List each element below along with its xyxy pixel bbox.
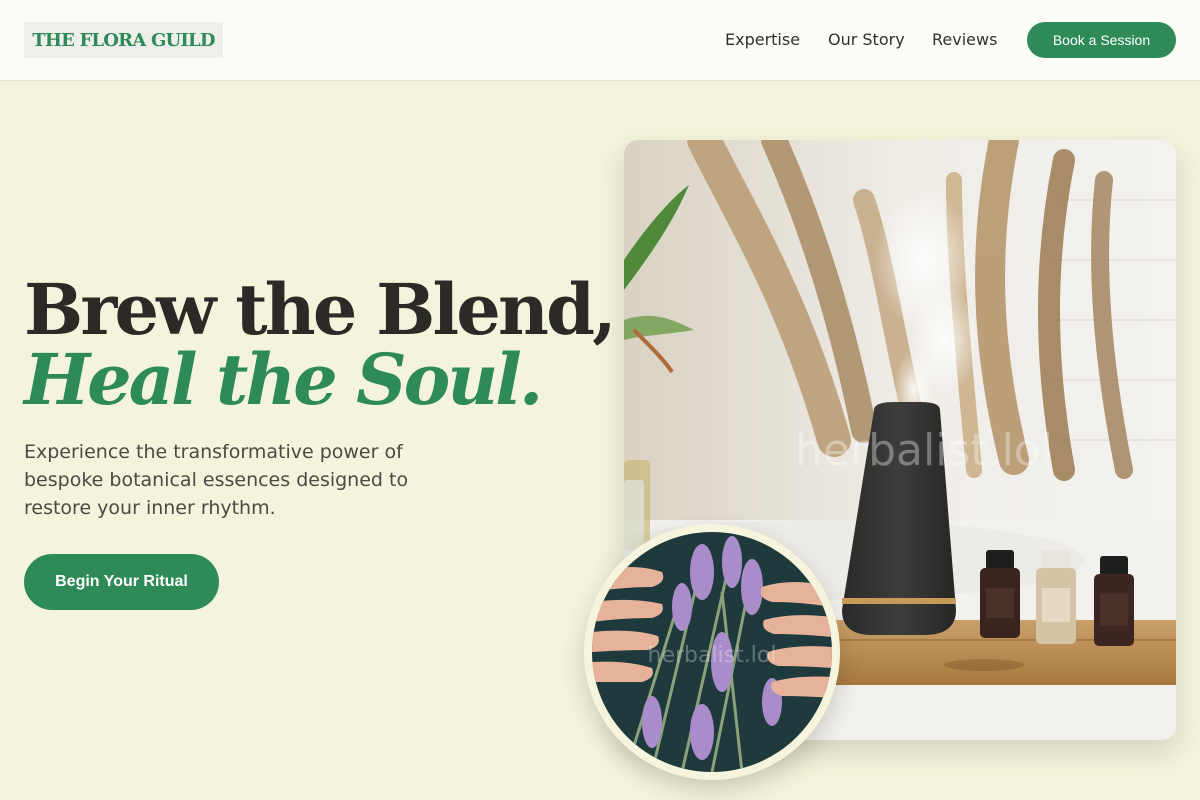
main-photo-watermark: herbalist.lol — [795, 425, 1053, 476]
inset-photo-watermark: herbalist.lol — [648, 643, 777, 668]
logo-text: THE FLORA GUILD — [32, 29, 215, 51]
logo[interactable]: THE FLORA GUILD — [24, 22, 223, 58]
site-header: THE FLORA GUILD Expertise Our Story Revi… — [0, 0, 1200, 81]
nav-link-our-story[interactable]: Our Story — [828, 30, 905, 50]
hero-headline-line-2: Heal the Soul. — [24, 338, 543, 421]
inset-photo-lavender: herbalist.lol — [584, 524, 840, 780]
nav-link-reviews[interactable]: Reviews — [932, 30, 997, 50]
hero-description: Experience the transformative power of b… — [24, 441, 409, 519]
begin-ritual-button[interactable]: Begin Your Ritual — [24, 554, 219, 610]
book-session-button[interactable]: Book a Session — [1027, 22, 1176, 58]
nav-link-expertise[interactable]: Expertise — [725, 30, 800, 50]
